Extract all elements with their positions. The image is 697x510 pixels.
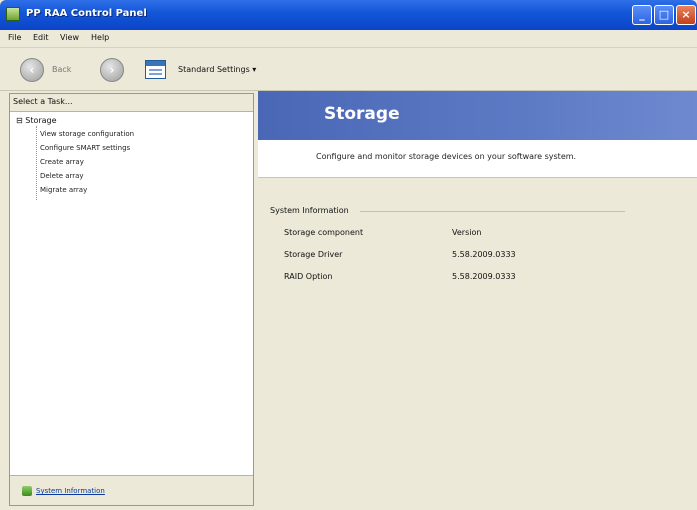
page-description: Configure and monitor storage devices on… xyxy=(316,152,577,161)
page-title: Storage xyxy=(324,104,400,124)
menu-bar: File Edit View Help xyxy=(0,30,697,48)
section-banner: Storage xyxy=(258,91,697,140)
task-create-array[interactable]: Create array xyxy=(40,158,84,166)
info-value: Version xyxy=(452,228,482,237)
chevron-down-icon: ▾ xyxy=(252,65,257,74)
title-bar: PP RAA Control Panel _ □ × xyxy=(0,0,697,30)
forward-icon[interactable]: › xyxy=(100,58,124,82)
toolbar: ‹ Back › Standard Settings ▾ xyxy=(0,48,697,91)
window-title: PP RAA Control Panel xyxy=(26,8,147,19)
tree-root-storage[interactable]: ⊟ Storage xyxy=(16,116,57,125)
task-configure-smart[interactable]: Configure SMART settings xyxy=(40,144,130,152)
task-pane: Select a Task... ⊟ Storage View storage … xyxy=(9,93,254,506)
view-selector-label: Standard Settings xyxy=(178,65,250,74)
task-pane-footer: System Information xyxy=(10,475,253,505)
description-box: Configure and monitor storage devices on… xyxy=(258,140,697,178)
back-icon[interactable]: ‹ xyxy=(20,58,44,82)
info-value: 5.58.2009.0333 xyxy=(452,272,516,281)
info-key: Storage Driver xyxy=(284,250,343,259)
task-pane-header: Select a Task... xyxy=(10,94,253,112)
divider xyxy=(360,211,625,212)
back-label[interactable]: Back xyxy=(52,65,71,74)
system-info-heading: System Information xyxy=(270,206,349,215)
close-button[interactable]: × xyxy=(676,5,696,25)
task-migrate-array[interactable]: Migrate array xyxy=(40,186,87,194)
maximize-button[interactable]: □ xyxy=(654,5,674,25)
task-delete-array[interactable]: Delete array xyxy=(40,172,84,180)
task-pane-title: Select a Task... xyxy=(13,97,73,106)
system-info-icon xyxy=(22,486,32,496)
menu-file[interactable]: File xyxy=(8,33,21,42)
info-key: Storage component xyxy=(284,228,364,237)
minimize-button[interactable]: _ xyxy=(632,5,652,25)
info-key: RAID Option xyxy=(284,272,333,281)
view-selector[interactable]: Standard Settings ▾ xyxy=(178,65,256,74)
menu-edit[interactable]: Edit xyxy=(33,33,49,42)
task-view-storage-configuration[interactable]: View storage configuration xyxy=(40,130,134,138)
content-pane: Storage Configure and monitor storage de… xyxy=(258,91,697,510)
standard-view-icon[interactable] xyxy=(145,60,166,79)
tree-root-label: Storage xyxy=(25,116,57,125)
app-icon xyxy=(6,7,20,21)
menu-help[interactable]: Help xyxy=(91,33,109,42)
collapse-icon[interactable]: ⊟ xyxy=(16,116,23,125)
system-information-link[interactable]: System Information xyxy=(36,487,105,495)
menu-view[interactable]: View xyxy=(60,33,79,42)
info-value: 5.58.2009.0333 xyxy=(452,250,516,259)
